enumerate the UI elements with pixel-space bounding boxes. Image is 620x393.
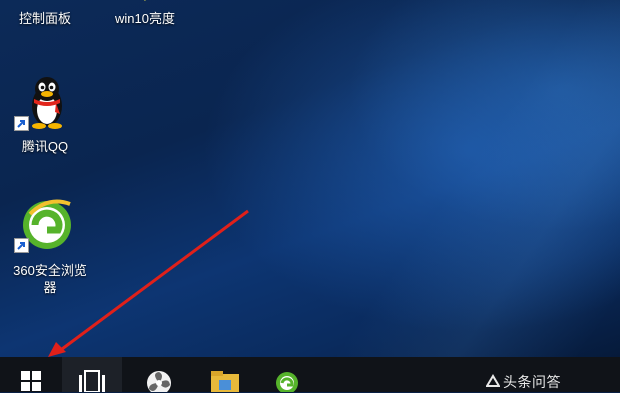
browser-360-taskbar-button[interactable]: [262, 357, 312, 392]
task-view-button[interactable]: [62, 357, 122, 392]
watermark-logo-icon: [485, 374, 501, 388]
red-annotation-arrow: [48, 209, 249, 357]
file-explorer-icon: [211, 371, 239, 392]
windows-start-icon: [21, 371, 41, 391]
task-view-icon: [79, 370, 105, 392]
watermark-text: 头条问答: [503, 374, 561, 390]
fan-app-icon: [147, 371, 171, 392]
desktop-wallpaper: 控制面板 win10亮度 腾讯QQ 360安全浏览 器: [0, 0, 620, 357]
browser-360-icon: [276, 372, 298, 392]
file-explorer-button[interactable]: [200, 357, 250, 392]
windows-start-button[interactable]: [0, 357, 62, 392]
fan-app-button[interactable]: [135, 357, 185, 392]
